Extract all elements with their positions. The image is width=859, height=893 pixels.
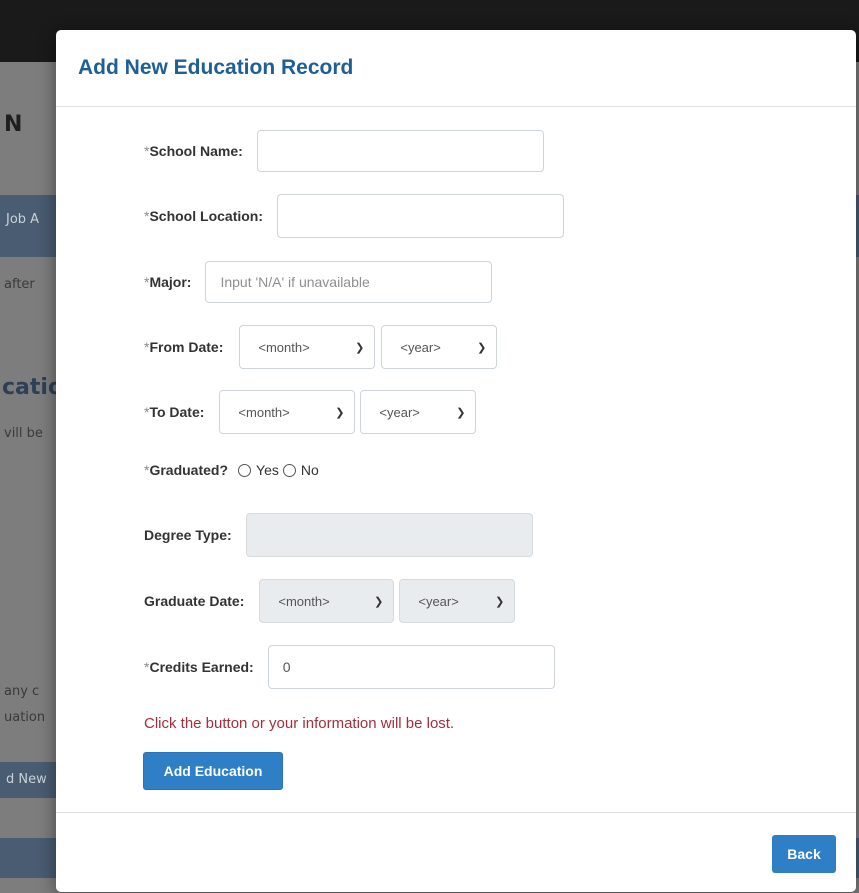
chevron-down-icon: ❯ <box>355 341 365 354</box>
graduated-label: *Graduated? <box>144 462 228 478</box>
from-date-label-text: From Date: <box>149 339 224 355</box>
background-text-will: vill be <box>4 426 43 441</box>
to-year-select[interactable]: <year> ❯ <box>360 390 477 434</box>
graduated-label-text: Graduated? <box>149 462 229 478</box>
degree-type-row: Degree Type: <box>144 512 533 558</box>
school-name-row: *School Name: <box>144 128 544 174</box>
background-text-after: after <box>4 277 35 292</box>
graduate-date-label: Graduate Date: <box>144 593 245 609</box>
school-name-label-text: School Name: <box>149 143 243 159</box>
from-month-select[interactable]: <month> ❯ <box>239 325 376 369</box>
background-heading-fragment: N <box>4 112 23 137</box>
graduate-month-value: <month> <box>278 593 330 609</box>
school-location-label-text: School Location: <box>149 208 264 224</box>
add-education-button[interactable]: Add Education <box>143 752 283 790</box>
from-year-value: <year> <box>400 339 441 355</box>
back-button[interactable]: Back <box>772 835 836 873</box>
from-date-label: *From Date: <box>144 339 223 355</box>
credits-earned-label-text: Credits Earned: <box>149 659 254 675</box>
to-date-label-text: To Date: <box>149 404 205 420</box>
modal-title: Add New Education Record <box>78 56 354 79</box>
background-section-heading: catio <box>2 375 64 400</box>
background-text-any: any c <box>4 684 40 699</box>
school-location-input[interactable] <box>277 194 565 238</box>
graduated-yes-radio[interactable] <box>238 463 252 477</box>
graduated-no-label: No <box>300 462 319 478</box>
degree-type-label: Degree Type: <box>144 527 232 543</box>
to-month-value: <month> <box>238 404 290 420</box>
from-date-row: *From Date: <month> ❯ <year> ❯ <box>144 324 498 370</box>
unsaved-warning-text: Click the button or your information wil… <box>144 715 455 732</box>
school-location-row: *School Location: <box>144 193 565 239</box>
chevron-down-icon: ❯ <box>335 406 345 419</box>
credits-earned-row: *Credits Earned: <box>144 644 555 690</box>
graduate-year-value: <year> <box>418 593 459 609</box>
major-label-text: Major: <box>149 274 192 290</box>
major-input[interactable] <box>205 261 493 303</box>
credits-earned-label: *Credits Earned: <box>144 659 254 675</box>
chevron-down-icon: ❯ <box>456 406 466 419</box>
from-year-select[interactable]: <year> ❯ <box>381 325 498 369</box>
graduated-yes-label: Yes <box>256 462 279 478</box>
graduated-no-radio[interactable] <box>282 463 296 477</box>
graduate-month-select[interactable]: <month> ❯ <box>259 579 395 623</box>
to-month-select[interactable]: <month> ❯ <box>219 390 356 434</box>
chevron-down-icon: ❯ <box>477 341 487 354</box>
school-name-input[interactable] <box>256 130 544 172</box>
modal-footer: Back <box>56 812 856 893</box>
graduate-date-row: Graduate Date: <month> ❯ <year> ❯ <box>144 578 516 624</box>
degree-type-input[interactable] <box>245 513 533 557</box>
chevron-down-icon: ❯ <box>374 595 384 608</box>
graduate-year-select[interactable]: <year> ❯ <box>399 579 516 623</box>
school-location-label: *School Location: <box>144 208 263 224</box>
background-text-uation: uation <box>4 710 46 725</box>
major-row: *Major: <box>144 259 493 305</box>
to-date-row: *To Date: <month> ❯ <year> ❯ <box>144 389 477 435</box>
from-month-value: <month> <box>258 339 310 355</box>
background-nav-text: Job A <box>6 212 40 227</box>
graduated-row: *Graduated? Yes No <box>144 447 319 493</box>
background-add-new-text: d New <box>6 772 47 787</box>
chevron-down-icon: ❯ <box>495 595 505 608</box>
credits-earned-input[interactable] <box>267 645 555 689</box>
modal-header: Add New Education Record <box>56 30 856 107</box>
major-label: *Major: <box>144 274 191 290</box>
school-name-label: *School Name: <box>144 143 243 159</box>
to-date-label: *To Date: <box>144 404 204 420</box>
to-year-value: <year> <box>379 404 420 420</box>
add-education-modal: Add New Education Record *School Name: *… <box>56 30 856 892</box>
